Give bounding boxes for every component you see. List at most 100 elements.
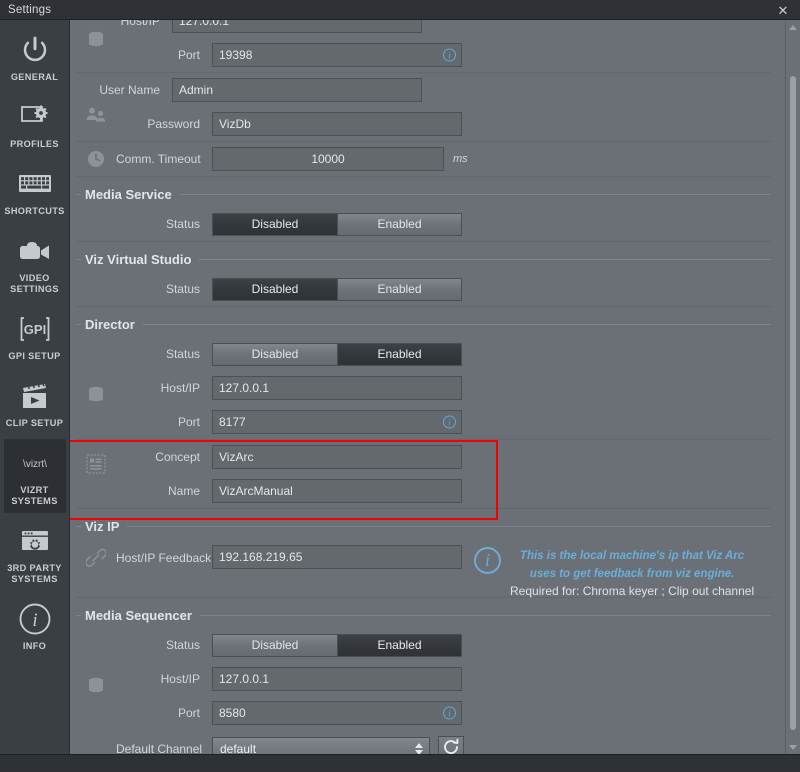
group-viz-virtual-studio: Viz Virtual Studio Status Disabled Enabl… xyxy=(70,246,785,307)
sidebar-item-clip-setup[interactable]: CLIP SETUP xyxy=(4,372,66,435)
refresh-button[interactable] xyxy=(438,736,464,754)
scroll-up-arrow-icon[interactable] xyxy=(786,20,800,34)
sidebar-item-general[interactable]: GENERAL xyxy=(4,26,66,89)
close-icon[interactable]: ✕ xyxy=(774,0,792,20)
input-host-ip-hub[interactable]: 127.0.0.1 xyxy=(172,20,422,33)
input-director-name[interactable]: VizArcManual xyxy=(212,479,462,503)
sidebar-item-label: GENERAL xyxy=(11,72,58,83)
input-director-host-ip[interactable]: 127.0.0.1 xyxy=(212,376,462,400)
row-comm-timeout: Comm. Timeout 10000 ms xyxy=(70,142,785,176)
gpi-icon: GPI xyxy=(15,312,55,346)
field-director-name: VizArcManual xyxy=(212,479,462,503)
info-icon[interactable]: i xyxy=(443,707,456,720)
field-media-sequencer-host-ip: 127.0.0.1 xyxy=(212,667,462,691)
note-line-1: This is the local machine's ip that Viz … xyxy=(520,550,744,562)
toggle-option-disabled[interactable]: Disabled xyxy=(213,214,337,235)
scrollbar-track[interactable] xyxy=(786,34,800,740)
sidebar-item-profiles[interactable]: PROFILES xyxy=(4,93,66,156)
field-media-sequencer-port: 8580 i xyxy=(212,701,462,725)
field-director-port: 8177 i xyxy=(212,410,462,434)
viz-ip-note: i This is the local machine's ip that Vi… xyxy=(474,545,754,600)
row-media-sequencer-host-ip: Host/IP 127.0.0.1 xyxy=(70,662,785,696)
sidebar-item-label: VIDEO SETTINGS xyxy=(6,273,64,295)
sidebar-item-label: GPI SETUP xyxy=(8,351,60,362)
note-line-2: uses to get feedback from viz engine. xyxy=(530,568,735,580)
scroll-down-arrow-icon[interactable] xyxy=(786,740,800,754)
toggle-media-service-status[interactable]: Disabled Enabled xyxy=(212,213,462,236)
row-default-channel: Default Channel default xyxy=(70,730,785,754)
row-port-hub: Port 19398 i xyxy=(70,38,785,72)
input-media-sequencer-host-ip[interactable]: 127.0.0.1 xyxy=(212,667,462,691)
row-director-port: Port 8177 i xyxy=(70,405,785,439)
group-viz-ip: Viz IP Host/IP Feedback xyxy=(70,513,785,598)
sidebar-item-label: SHORTCUTS xyxy=(4,206,64,217)
row-viz-ip-feedback: Host/IP Feedback 192.168.219.65 i This i… xyxy=(70,539,785,597)
row-director-name: Name VizArcManual xyxy=(70,474,785,508)
input-director-port[interactable]: 8177 xyxy=(212,410,462,434)
input-director-concept[interactable]: VizArc xyxy=(212,445,462,469)
input-user-name[interactable]: Admin xyxy=(172,78,422,102)
sidebar-item-label: CLIP SETUP xyxy=(6,418,63,429)
sidebar-item-info[interactable]: i INFO xyxy=(4,595,66,658)
row-host-ip-hub: Host/IP 127.0.0.1 xyxy=(70,20,785,38)
title-bar: Settings ✕ xyxy=(0,0,800,20)
divider xyxy=(76,306,771,307)
toggle-option-enabled[interactable]: Enabled xyxy=(337,344,461,365)
sidebar-item-label: 3RD PARTY SYSTEMS xyxy=(6,563,64,585)
divider xyxy=(76,508,771,509)
sidebar-item-vizrt-systems[interactable]: \vizrt\ VIZRT SYSTEMS xyxy=(4,439,66,513)
toggle-option-disabled[interactable]: Disabled xyxy=(213,279,337,300)
sidebar-item-3rd-party-systems[interactable]: 3RD PARTY SYSTEMS xyxy=(4,517,66,591)
input-viz-ip-feedback[interactable]: 192.168.219.65 xyxy=(212,545,462,569)
label-media-sequencer-host-ip: Host/IP xyxy=(116,672,212,686)
note-line-3: Required for: Chroma keyer ; Clip out ch… xyxy=(510,584,754,598)
section-title: Director xyxy=(81,317,143,332)
input-password[interactable]: VizDb xyxy=(212,112,462,136)
input-port-hub[interactable]: 19398 xyxy=(212,43,462,67)
field-comm-timeout: 10000 ms xyxy=(212,147,468,171)
sidebar-item-shortcuts[interactable]: SHORTCUTS xyxy=(4,160,66,223)
section-title: Media Service xyxy=(81,187,180,202)
info-icon[interactable]: i xyxy=(443,416,456,429)
row-viz-virtual-studio-status: Status Disabled Enabled xyxy=(70,272,785,306)
toggle-option-enabled[interactable]: Enabled xyxy=(337,279,461,300)
select-default-channel[interactable]: default xyxy=(212,737,430,754)
unit-ms: ms xyxy=(453,153,468,165)
group-media-sequencer: Media Sequencer Status Disabled Enabled xyxy=(70,602,785,754)
section-title: Viz IP xyxy=(81,519,127,534)
toggle-viz-virtual-studio-status[interactable]: Disabled Enabled xyxy=(212,278,462,301)
toggle-option-disabled[interactable]: Disabled xyxy=(213,635,337,656)
input-media-sequencer-port[interactable]: 8580 xyxy=(212,701,462,725)
label-port-hub: Port xyxy=(116,48,212,62)
vertical-scrollbar[interactable] xyxy=(785,20,800,754)
section-header-media-service: Media Service xyxy=(70,181,785,207)
label-host-ip-hub: Host/IP xyxy=(76,20,172,28)
label-media-sequencer-status: Status xyxy=(116,638,212,652)
info-icon[interactable]: i xyxy=(443,49,456,62)
vizrt-logo-icon: \vizrt\ xyxy=(15,446,55,480)
settings-window: Settings ✕ GENERAL xyxy=(0,0,800,772)
toggle-media-sequencer-status[interactable]: Disabled Enabled xyxy=(212,634,462,657)
label-comm-timeout: Comm. Timeout xyxy=(116,152,212,166)
row-director-host-ip: Host/IP 127.0.0.1 xyxy=(70,371,785,405)
sidebar-item-gpi-setup[interactable]: GPI GPI SETUP xyxy=(4,305,66,368)
database-icon xyxy=(76,662,116,696)
sidebar-item-video-settings[interactable]: VIDEO SETTINGS xyxy=(4,227,66,301)
toggle-option-enabled[interactable]: Enabled xyxy=(337,214,461,235)
toggle-option-disabled[interactable]: Disabled xyxy=(213,344,337,365)
label-director-concept: Concept xyxy=(116,450,212,464)
users-icon xyxy=(76,106,116,124)
row-media-sequencer-port: Port 8580 i xyxy=(70,696,785,730)
label-media-sequencer-port: Port xyxy=(116,706,212,720)
toggle-option-enabled[interactable]: Enabled xyxy=(337,635,461,656)
group-graphic-hub: Host/IP 127.0.0.1 Port 19398 i xyxy=(70,20,785,177)
row-media-service-status: Status Disabled Enabled xyxy=(70,207,785,241)
settings-scroll-pane: Host/IP 127.0.0.1 Port 19398 i xyxy=(70,20,785,754)
input-comm-timeout[interactable]: 10000 xyxy=(212,147,444,171)
field-port-hub: 19398 i xyxy=(212,43,462,67)
toggle-director-status[interactable]: Disabled Enabled xyxy=(212,343,462,366)
scrollbar-thumb[interactable] xyxy=(790,76,796,730)
label-viz-virtual-studio-status: Status xyxy=(116,282,212,296)
select-default-channel-value: default xyxy=(220,742,256,754)
concept-card-icon xyxy=(76,440,116,474)
